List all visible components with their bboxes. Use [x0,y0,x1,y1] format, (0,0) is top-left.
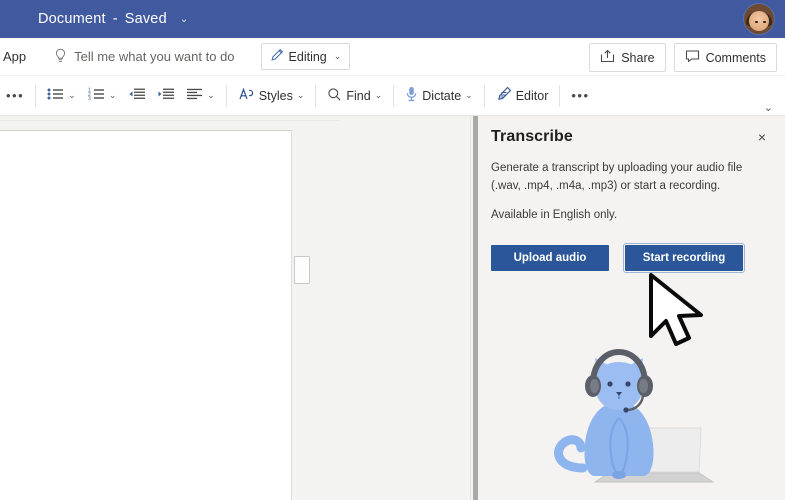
upload-audio-button[interactable]: Upload audio [491,244,609,271]
mouse-pointer [645,272,715,352]
styles-button[interactable]: Styles ⌄ [232,84,311,108]
tell-me-search[interactable]: Tell me what you want to do [54,48,235,66]
ribbon-overflow-left-button[interactable]: ••• [0,85,30,106]
more-commands-button[interactable]: ••• [565,85,595,106]
increase-indent-icon [157,87,175,104]
command-bar-left: top App Tell me what you want to do [0,43,351,70]
find-label: Find [346,88,371,103]
pencil-icon [270,48,284,65]
cat-with-headphones-illustration [531,340,761,500]
align-button[interactable]: ⌄ [180,84,221,107]
chevron-down-icon: ⌄ [207,90,215,100]
share-label: Share [621,50,655,65]
editor-label: Editor [515,88,549,103]
avatar-eye-right [763,20,766,24]
avatar[interactable] [743,3,775,35]
comments-label: Comments [705,50,766,65]
bulleted-list-icon [47,87,64,104]
ribbon-toolbar: ••• ⌄ 1 2 3 ⌄ ⌄ Styles ⌄ Find ⌄ Dictate … [0,76,785,116]
margin-marker [294,256,310,284]
chevron-down-icon[interactable]: ⌄ [180,14,188,25]
close-icon[interactable]: × [755,128,769,146]
microphone-icon [405,86,418,105]
ribbon-separator [35,84,37,107]
panel-description: Generate a transcript by uploading your … [491,162,743,192]
dictate-button[interactable]: Dictate ⌄ [399,83,478,108]
ribbon-separator [393,84,395,107]
panel-header: Transcribe × [491,116,785,146]
page-title: Transcribe [491,128,573,145]
ribbon-separator [225,84,227,107]
share-button[interactable]: Share [589,43,666,72]
share-icon [600,49,615,66]
collapse-ribbon-chevron-icon[interactable]: ⌄ [764,101,773,114]
numbered-list-icon: 1 2 3 [88,87,105,104]
comments-button[interactable]: Comments [673,43,777,72]
editor-button[interactable]: Editor [490,83,555,108]
chevron-down-icon: ⌄ [465,90,473,100]
chevron-down-icon: ⌄ [296,90,305,100]
lightbulb-icon [54,48,67,66]
ruler-divider [0,120,340,121]
find-button[interactable]: Find ⌄ [321,84,388,108]
chevron-down-icon: ⌄ [108,90,117,100]
panel-availability-note: Available in English only. [491,208,618,221]
start-recording-button[interactable]: Start recording [623,242,745,273]
editor-pen-icon [496,86,512,105]
panel-action-buttons: Upload audio Start recording [491,242,785,273]
ribbon-separator [483,84,485,107]
chevron-down-icon: ⌄ [68,90,76,100]
editing-label: Editing [288,49,327,64]
save-state-label: Saved [124,11,167,27]
word-online-window: Document - Saved ⌄ top App [0,0,785,500]
numbered-list-button[interactable]: 1 2 3 ⌄ [82,84,123,107]
decrease-indent-icon [128,87,146,104]
bulleted-list-button[interactable]: ⌄ [41,84,82,107]
chevron-down-icon: ⌄ [333,51,342,61]
styles-icon [238,87,255,105]
document-name: Document [38,11,106,27]
increase-indent-button[interactable] [151,84,180,107]
panel-scrollbar[interactable] [473,116,478,500]
document-title-group[interactable]: Document - Saved ⌄ [38,11,188,27]
search-icon [327,87,342,105]
chevron-down-icon: ⌄ [374,90,383,100]
transcribe-panel: Transcribe × Generate a transcript by up… [470,116,785,500]
ribbon-separator [559,84,561,107]
svg-text:3: 3 [88,96,91,101]
tell-me-label: Tell me what you want to do [74,49,235,64]
transcribe-panel-content: Transcribe × Generate a transcript by up… [491,116,785,500]
document-page[interactable] [0,130,292,500]
title-separator: - [112,11,118,27]
command-bar-right: Share Comments [589,43,777,72]
editing-mode-button[interactable]: Editing ⌄ [260,43,351,70]
open-in-desktop-app-button[interactable]: top App [0,49,26,64]
avatar-face [749,11,769,32]
comment-bubble-icon [685,49,700,66]
align-left-icon [186,87,203,104]
document-canvas[interactable] [0,116,470,500]
styles-label: Styles [258,88,293,103]
decrease-indent-button[interactable] [122,84,151,107]
ribbon-separator [315,84,317,107]
title-bar: Document - Saved ⌄ [0,0,785,38]
command-bar: top App Tell me what you want to do [0,38,785,76]
avatar-eye-left [755,20,758,24]
dictate-label: Dictate [422,88,462,103]
